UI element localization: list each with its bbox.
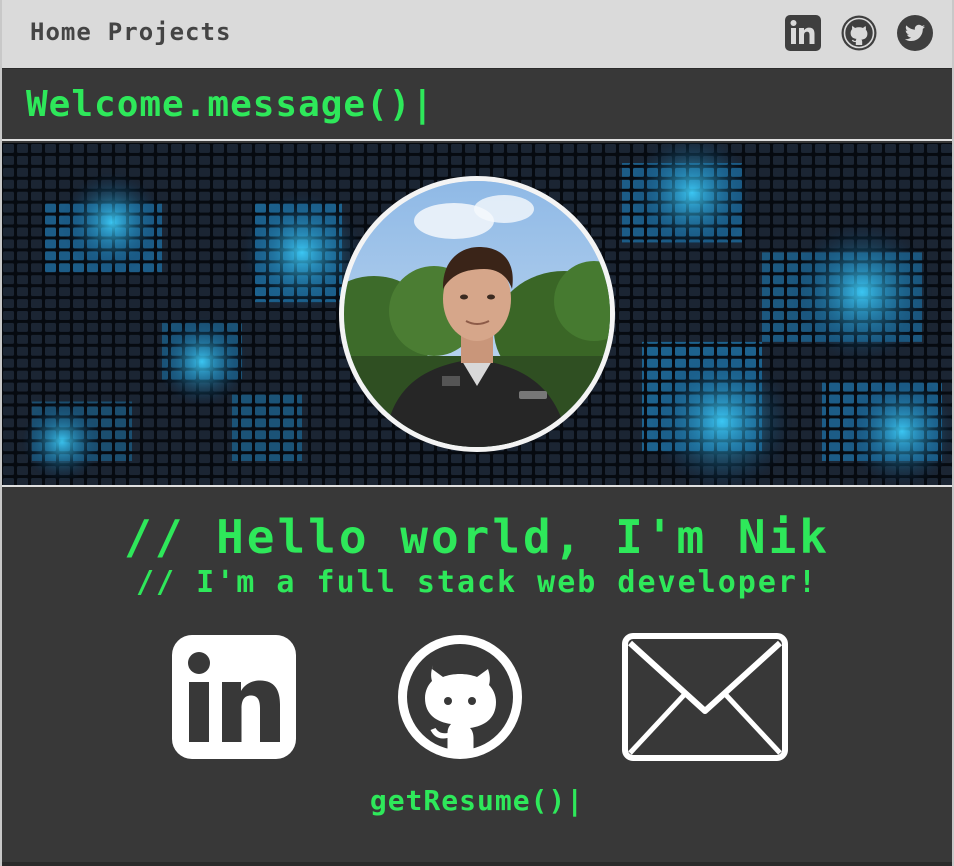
nav-link-projects[interactable]: Projects (108, 18, 232, 46)
page: Home Projects Welcome.message()| // Hell… (0, 0, 954, 866)
welcome-bar: Welcome.message()| (2, 70, 952, 141)
page-bottom-edge (2, 862, 952, 866)
mail-icon[interactable] (622, 633, 788, 761)
github-icon[interactable] (396, 633, 524, 761)
top-navbar: Home Projects (2, 0, 952, 69)
linkedin-icon[interactable] (170, 633, 298, 761)
linkedin-icon[interactable] (784, 14, 822, 52)
get-resume-link[interactable]: getResume()| (2, 784, 952, 817)
nav-social-icons (784, 14, 934, 52)
intro-title: // Hello world, I'm Nik (124, 510, 830, 564)
profile-avatar (339, 176, 615, 452)
welcome-message: Welcome.message()| (26, 84, 435, 125)
intro-subtitle: // I'm a full stack web developer! (135, 565, 819, 600)
profile-photo (344, 181, 610, 447)
github-icon[interactable] (840, 14, 878, 52)
nav-links: Home Projects (30, 18, 231, 46)
nav-link-home[interactable]: Home (30, 18, 92, 46)
twitter-icon[interactable] (896, 14, 934, 52)
hero-banner (2, 143, 952, 487)
